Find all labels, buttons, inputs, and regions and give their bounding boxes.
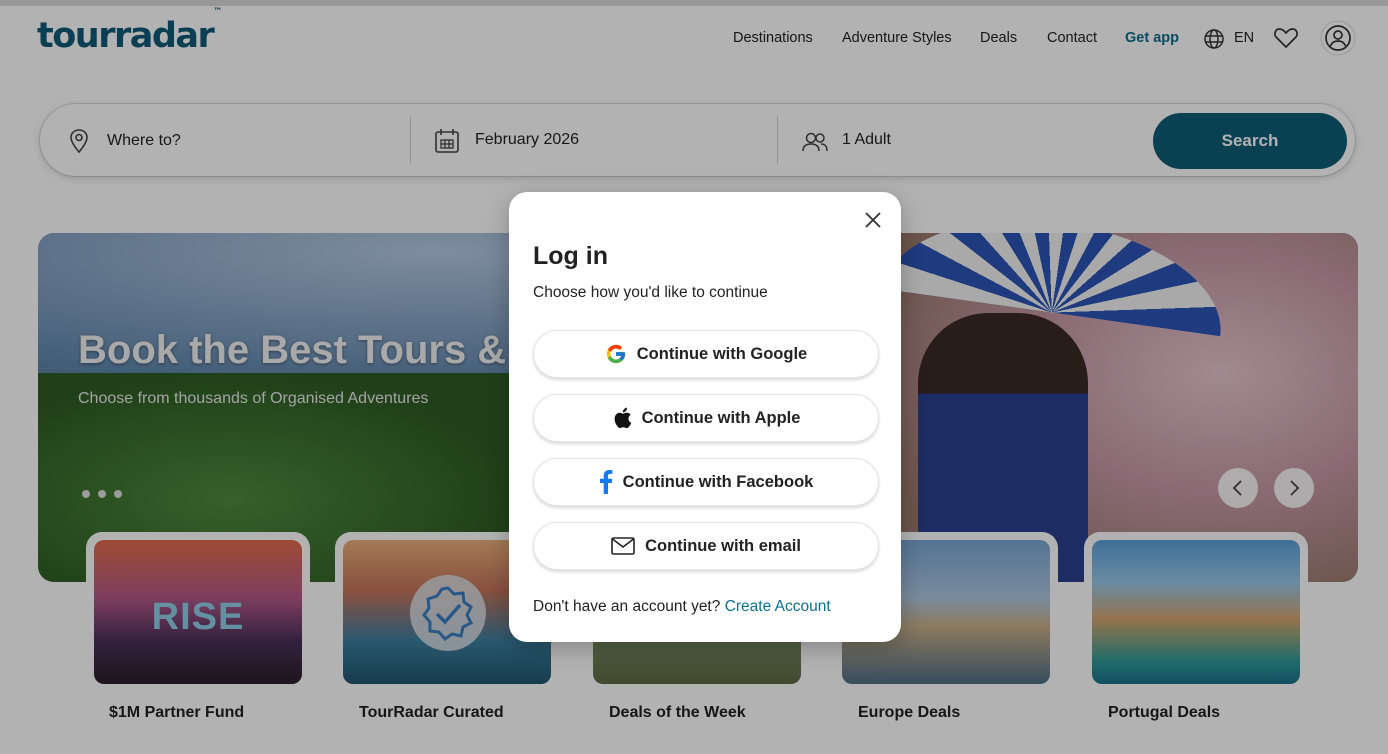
create-account-link[interactable]: Create Account [725,598,831,615]
google-button-label: Continue with Google [636,344,808,363]
signup-prompt: Don't have an account yet? Create Accoun… [533,598,831,616]
login-modal: Log in Choose how you'd like to continue… [509,192,901,642]
modal-subtitle: Choose how you'd like to continue [533,284,768,301]
envelope-icon [611,537,635,555]
continue-google-button[interactable]: Continue with Google [533,330,879,378]
google-icon [606,344,625,364]
facebook-icon [599,470,613,494]
email-button-label: Continue with email [645,536,801,555]
facebook-button-label: Continue with Facebook [622,472,814,491]
continue-email-button[interactable]: Continue with email [533,522,879,570]
apple-button-label: Continue with Apple [641,408,801,427]
modal-title: Log in [533,242,608,270]
continue-apple-button[interactable]: Continue with Apple [533,394,879,442]
close-icon[interactable] [861,208,885,232]
continue-facebook-button[interactable]: Continue with Facebook [533,458,879,506]
signup-prompt-text: Don't have an account yet? [533,598,721,615]
apple-icon [614,407,631,429]
